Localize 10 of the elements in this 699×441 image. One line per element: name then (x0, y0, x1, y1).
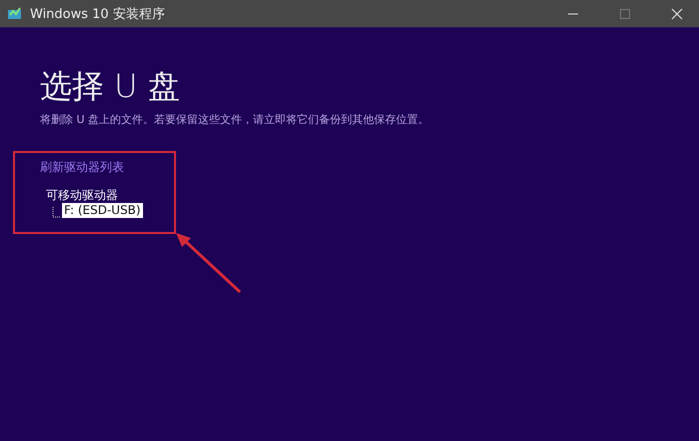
refresh-link[interactable]: 刷新驱动器列表 (40, 159, 699, 176)
close-icon[interactable] (671, 8, 683, 20)
warning-text: 将删除 U 盘上的文件。若要保留这些文件，请立即将它们备份到其他保存位置。 (40, 112, 430, 127)
pointer-arrow (176, 233, 242, 294)
setup-icon (8, 7, 22, 20)
tree-connector (52, 207, 61, 218)
tree-item[interactable]: 可移动驱动器 (44, 188, 120, 202)
window-title: Windows 10 安装程序 (30, 6, 165, 22)
page-heading: 选择 U 盘 (40, 66, 181, 106)
tree-item[interactable]: F: (ESD-USB) (62, 203, 143, 218)
